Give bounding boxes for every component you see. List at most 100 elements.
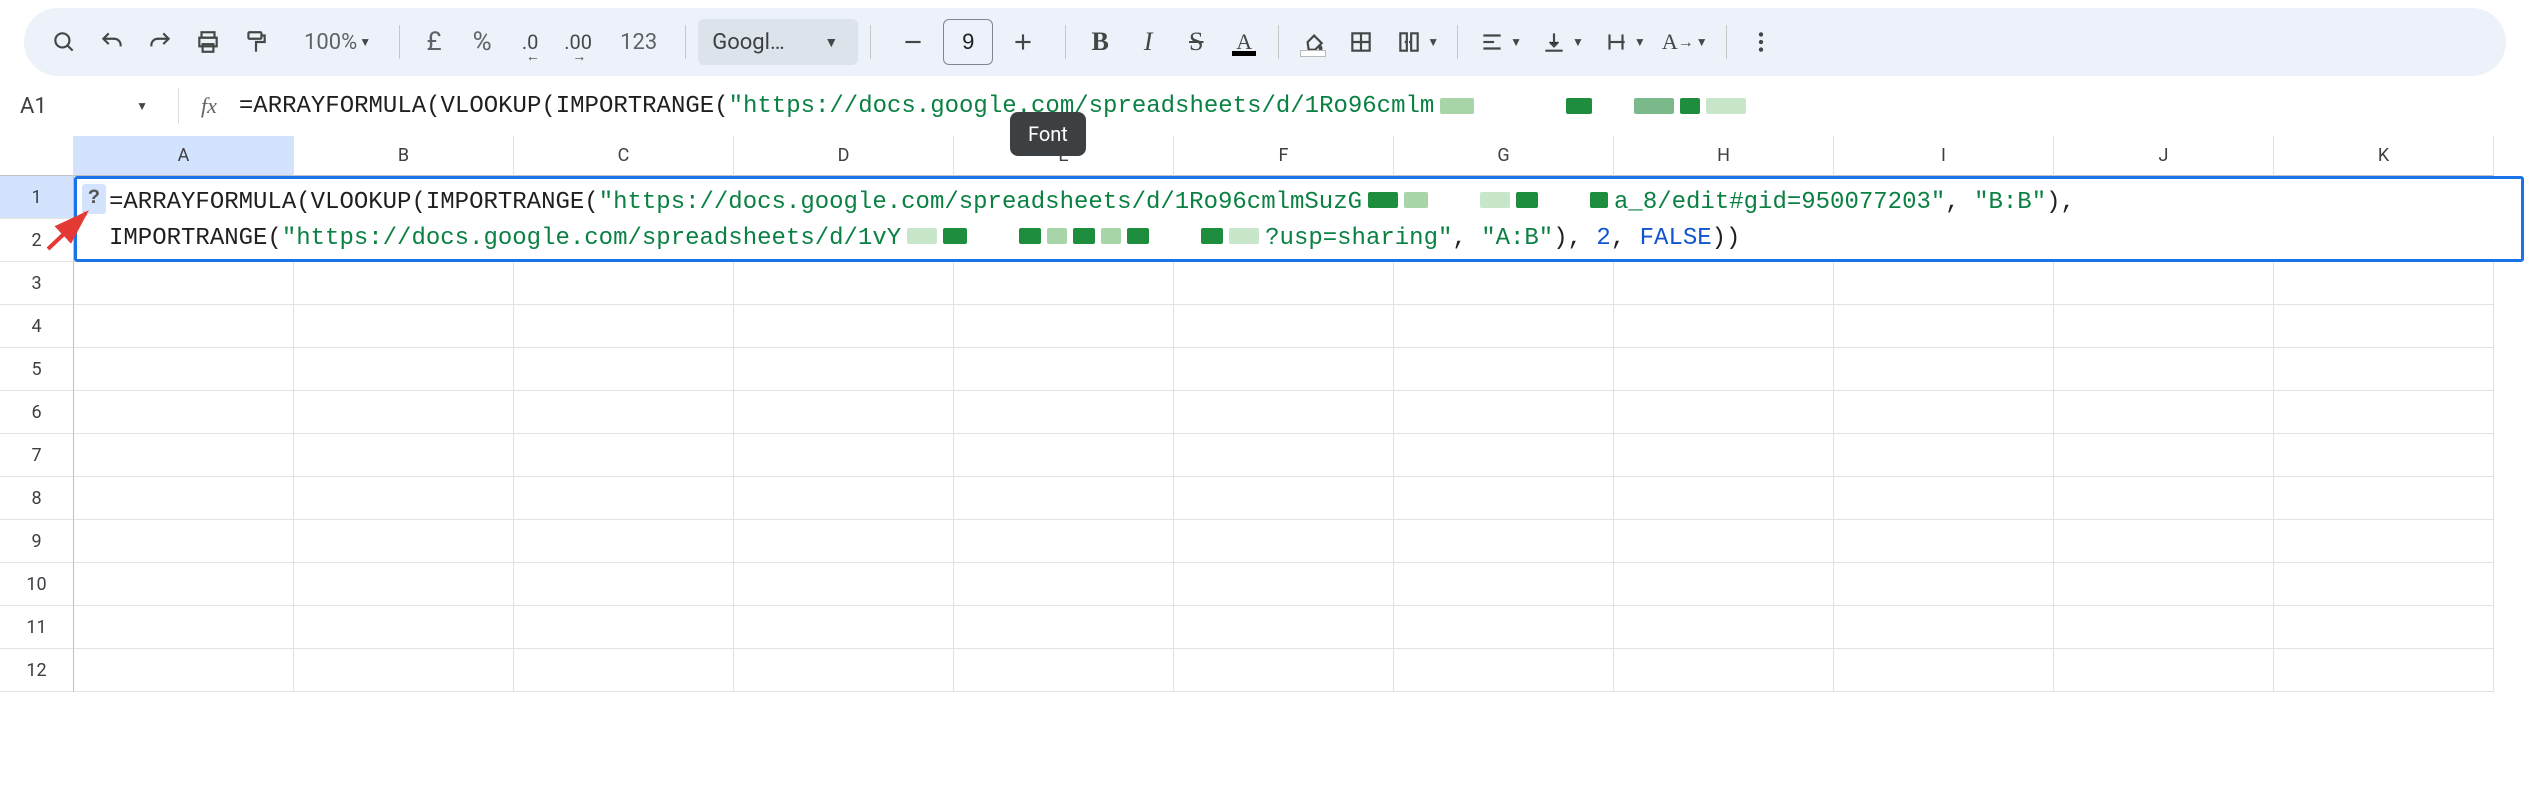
cell[interactable]	[514, 520, 734, 563]
cell[interactable]	[1834, 649, 2054, 692]
column-header[interactable]: K	[2274, 136, 2494, 176]
cell[interactable]	[2274, 563, 2494, 606]
cell[interactable]	[734, 477, 954, 520]
column-header[interactable]: J	[2054, 136, 2274, 176]
cell[interactable]	[514, 649, 734, 692]
cell[interactable]	[2054, 305, 2274, 348]
increase-font-size-button[interactable]	[1001, 20, 1045, 64]
row-header[interactable]: 7	[0, 434, 74, 477]
increase-decimal-button[interactable]: .00→	[556, 20, 600, 64]
cell[interactable]	[2274, 606, 2494, 649]
cell[interactable]	[1174, 520, 1394, 563]
cell[interactable]	[2274, 520, 2494, 563]
cell[interactable]	[74, 477, 294, 520]
cell[interactable]	[514, 262, 734, 305]
cell[interactable]	[2274, 434, 2494, 477]
row-header[interactable]: 8	[0, 477, 74, 520]
column-header[interactable]: F	[1174, 136, 1394, 176]
horizontal-align-dropdown[interactable]: ▼	[1470, 20, 1528, 64]
cell[interactable]	[294, 305, 514, 348]
text-color-button[interactable]: A	[1222, 20, 1266, 64]
cell[interactable]	[1834, 520, 2054, 563]
borders-button[interactable]	[1339, 20, 1383, 64]
column-header[interactable]: I	[1834, 136, 2054, 176]
column-header[interactable]: C	[514, 136, 734, 176]
column-header[interactable]: H	[1614, 136, 1834, 176]
cell[interactable]	[74, 563, 294, 606]
row-header[interactable]: 3	[0, 262, 74, 305]
cell[interactable]	[1834, 563, 2054, 606]
cell[interactable]	[1394, 520, 1614, 563]
cell[interactable]	[1834, 348, 2054, 391]
cell[interactable]	[954, 305, 1174, 348]
cell[interactable]	[1834, 262, 2054, 305]
row-header[interactable]: 10	[0, 563, 74, 606]
format-currency-button[interactable]: £	[412, 20, 456, 64]
cell[interactable]	[1394, 606, 1614, 649]
zoom-dropdown[interactable]: 100% ▼	[282, 20, 387, 64]
cell[interactable]	[514, 563, 734, 606]
cell[interactable]	[1174, 434, 1394, 477]
font-size-input[interactable]	[943, 19, 993, 65]
cell[interactable]	[74, 262, 294, 305]
cell[interactable]	[2054, 477, 2274, 520]
cell[interactable]	[2274, 348, 2494, 391]
cell[interactable]	[74, 305, 294, 348]
cell[interactable]	[1614, 649, 1834, 692]
cell[interactable]	[1174, 305, 1394, 348]
cell[interactable]	[1834, 434, 2054, 477]
cell[interactable]	[1834, 305, 2054, 348]
cell[interactable]	[294, 391, 514, 434]
decrease-decimal-button[interactable]: .0←	[508, 20, 552, 64]
decrease-font-size-button[interactable]	[891, 20, 935, 64]
font-family-dropdown[interactable]: Googl… ▼	[698, 19, 858, 65]
cell[interactable]	[74, 434, 294, 477]
cell[interactable]	[734, 520, 954, 563]
cell[interactable]	[734, 262, 954, 305]
cell[interactable]	[2054, 649, 2274, 692]
cell[interactable]	[1614, 305, 1834, 348]
cell[interactable]	[294, 649, 514, 692]
cell[interactable]	[954, 520, 1174, 563]
cell[interactable]	[74, 606, 294, 649]
cell[interactable]	[1394, 649, 1614, 692]
column-header[interactable]: G	[1394, 136, 1614, 176]
cell[interactable]	[1614, 434, 1834, 477]
cell[interactable]	[1394, 477, 1614, 520]
cell[interactable]	[1614, 348, 1834, 391]
undo-button[interactable]	[90, 20, 134, 64]
cell[interactable]	[954, 563, 1174, 606]
merge-cells-dropdown[interactable]: ▼	[1387, 20, 1445, 64]
cell[interactable]	[954, 391, 1174, 434]
cell[interactable]	[2274, 649, 2494, 692]
cell[interactable]	[514, 477, 734, 520]
cell[interactable]	[1394, 563, 1614, 606]
cell[interactable]	[2054, 348, 2274, 391]
cell[interactable]	[734, 649, 954, 692]
cell[interactable]	[294, 348, 514, 391]
row-header[interactable]: 11	[0, 606, 74, 649]
cell-editor[interactable]: ? =ARRAYFORMULA(VLOOKUP(IMPORTRANGE("htt…	[74, 176, 2524, 262]
cell[interactable]	[74, 391, 294, 434]
cell[interactable]	[1174, 606, 1394, 649]
cell[interactable]	[294, 477, 514, 520]
cell[interactable]	[1834, 477, 2054, 520]
cell[interactable]	[1614, 606, 1834, 649]
cell[interactable]	[2054, 520, 2274, 563]
cell[interactable]	[734, 348, 954, 391]
text-rotation-dropdown[interactable]: A→ ▼	[1656, 20, 1714, 64]
cell[interactable]	[1394, 262, 1614, 305]
cell[interactable]	[1834, 606, 2054, 649]
cell[interactable]	[2054, 434, 2274, 477]
cell[interactable]	[734, 606, 954, 649]
cell[interactable]	[734, 563, 954, 606]
cell[interactable]	[2054, 563, 2274, 606]
cell[interactable]	[514, 348, 734, 391]
cell[interactable]	[514, 434, 734, 477]
cell[interactable]	[954, 649, 1174, 692]
search-icon[interactable]	[42, 20, 86, 64]
cell[interactable]	[2274, 262, 2494, 305]
format-percent-button[interactable]: %	[460, 20, 504, 64]
cell[interactable]	[1394, 391, 1614, 434]
cell[interactable]	[294, 606, 514, 649]
